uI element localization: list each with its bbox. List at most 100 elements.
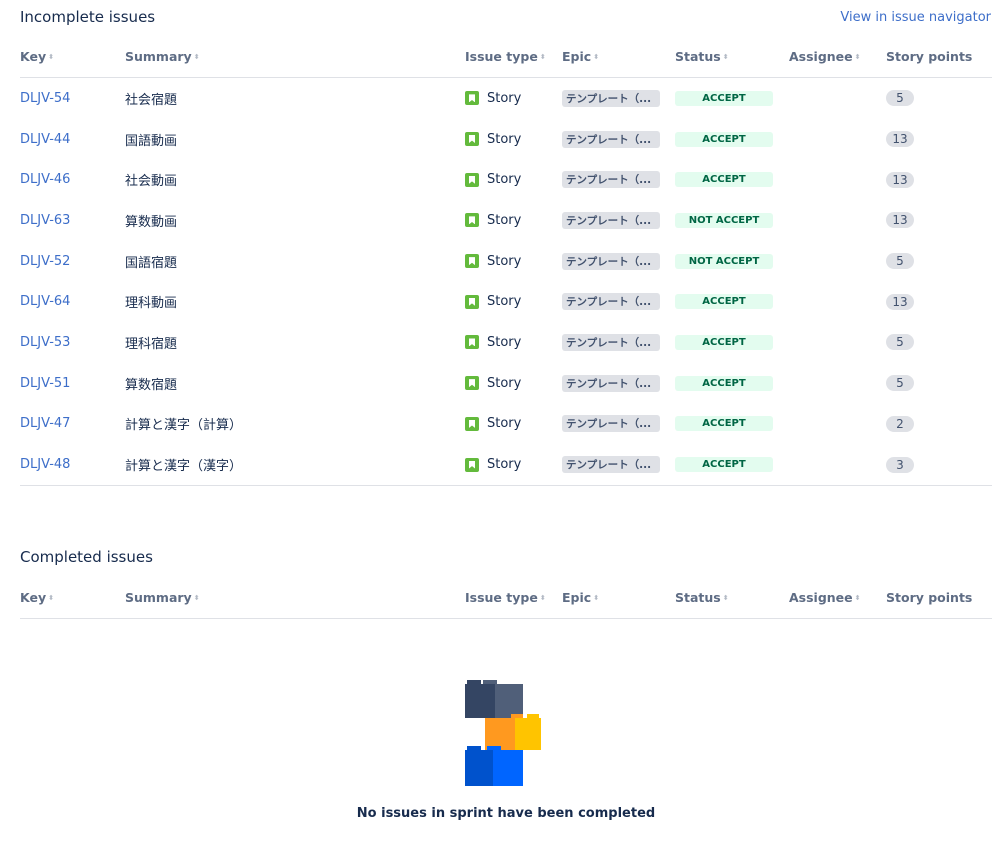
story-points-badge: 13 [886, 293, 914, 310]
column-header-key[interactable]: Key ⬍ [20, 49, 54, 64]
status-cell: ACCEPT [675, 78, 773, 119]
table-row[interactable]: DLJV-63 算数動画 Story テンプレート（... NOT ACCEPT… [20, 200, 992, 241]
story-icon [465, 172, 479, 187]
issue-summary: 国語宿題 [125, 255, 178, 271]
table-row[interactable]: DLJV-51 算数宿題 Story テンプレート（... ACCEPT 5 [20, 363, 992, 404]
story-icon [465, 335, 479, 350]
empty-state [0, 676, 999, 792]
status-cell: ACCEPT [675, 281, 773, 322]
table-row[interactable]: DLJV-46 社会動画 Story テンプレート（... ACCEPT 13 [20, 159, 992, 200]
story-points-badge: 5 [886, 90, 914, 107]
table-row[interactable]: DLJV-54 社会宿題 Story テンプレート（... ACCEPT 5 [20, 78, 992, 119]
issue-summary: 理科動画 [125, 296, 178, 312]
epic-cell: テンプレート（... [562, 159, 660, 200]
column-header-story-points[interactable]: Story points [886, 590, 972, 605]
column-header-assignee[interactable]: Assignee ⬍ [789, 590, 861, 605]
story-icon [465, 376, 479, 391]
status-badge: ACCEPT [675, 375, 773, 391]
issue-key-link[interactable]: DLJV-48 [20, 444, 70, 485]
epic-lozenge[interactable]: テンプレート（... [562, 293, 660, 311]
issue-key-link[interactable]: DLJV-64 [20, 281, 70, 322]
sort-icon: ⬍ [722, 53, 729, 61]
status-cell: ACCEPT [675, 159, 773, 200]
status-badge: ACCEPT [675, 334, 773, 350]
status-badge: ACCEPT [675, 131, 773, 147]
column-header-summary[interactable]: Summary ⬍ [125, 49, 200, 64]
issue-key-link[interactable]: DLJV-53 [20, 322, 70, 363]
story-points-cell: 13 [886, 200, 914, 241]
status-badge: ACCEPT [675, 172, 773, 188]
incomplete-table-body: DLJV-54 社会宿題 Story テンプレート（... ACCEPT 5 D… [20, 78, 992, 486]
column-header-status[interactable]: Status ⬍ [675, 49, 729, 64]
issue-type: Story [465, 281, 521, 322]
issue-type: Story [465, 200, 521, 241]
epic-cell: テンプレート（... [562, 404, 660, 445]
epic-lozenge[interactable]: テンプレート（... [562, 171, 660, 189]
epic-lozenge[interactable]: テンプレート（... [562, 89, 660, 107]
story-points-badge: 5 [886, 334, 914, 351]
story-points-badge: 13 [886, 171, 914, 188]
sort-icon: ⬍ [722, 594, 729, 602]
completed-table-header: Key ⬍ Summary ⬍ Issue type ⬍ Epic ⬍ Status ⬍ … [20, 582, 992, 619]
issue-key-link[interactable]: DLJV-46 [20, 159, 70, 200]
epic-lozenge[interactable]: テンプレート（... [562, 333, 660, 351]
column-header-status[interactable]: Status ⬍ [675, 590, 729, 605]
issue-key-link[interactable]: DLJV-51 [20, 363, 70, 404]
column-header-epic[interactable]: Epic ⬍ [562, 590, 599, 605]
story-points-cell: 3 [886, 444, 914, 485]
issue-key-link[interactable]: DLJV-47 [20, 404, 70, 445]
story-icon [465, 457, 479, 472]
epic-lozenge[interactable]: テンプレート（... [562, 374, 660, 392]
sort-icon: ⬍ [854, 53, 861, 61]
column-header-epic[interactable]: Epic ⬍ [562, 49, 599, 64]
status-badge: NOT ACCEPT [675, 253, 773, 269]
epic-lozenge[interactable]: テンプレート（... [562, 456, 660, 474]
story-points-badge: 13 [886, 212, 914, 229]
column-header-key[interactable]: Key ⬍ [20, 590, 54, 605]
story-points-cell: 13 [886, 281, 914, 322]
story-points-badge: 5 [886, 253, 914, 270]
issue-key-link[interactable]: DLJV-52 [20, 241, 70, 282]
table-row[interactable]: DLJV-48 計算と漢字（漢字） Story テンプレート（... ACCEP… [20, 444, 992, 485]
column-header-issue-type[interactable]: Issue type ⬍ [465, 49, 546, 64]
epic-lozenge[interactable]: テンプレート（... [562, 211, 660, 229]
status-badge: ACCEPT [675, 416, 773, 432]
story-points-badge: 13 [886, 131, 914, 148]
status-cell: NOT ACCEPT [675, 241, 773, 282]
sort-icon: ⬍ [48, 594, 54, 602]
epic-cell: テンプレート（... [562, 363, 660, 404]
epic-lozenge[interactable]: テンプレート（... [562, 415, 660, 433]
issue-key-link[interactable]: DLJV-54 [20, 78, 70, 119]
issue-type: Story [465, 404, 521, 445]
story-points-cell: 13 [886, 119, 914, 160]
story-points-cell: 5 [886, 241, 914, 282]
issue-key-link[interactable]: DLJV-63 [20, 200, 70, 241]
status-badge: ACCEPT [675, 457, 773, 473]
status-cell: NOT ACCEPT [675, 200, 773, 241]
status-cell: ACCEPT [675, 322, 773, 363]
issue-key-link[interactable]: DLJV-44 [20, 119, 70, 160]
epic-cell: テンプレート（... [562, 119, 660, 160]
column-header-assignee[interactable]: Assignee ⬍ [789, 49, 861, 64]
table-row[interactable]: DLJV-64 理科動画 Story テンプレート（... ACCEPT 13 [20, 281, 992, 322]
table-row[interactable]: DLJV-44 国語動画 Story テンプレート（... ACCEPT 13 [20, 119, 992, 160]
status-cell: ACCEPT [675, 363, 773, 404]
table-row[interactable]: DLJV-53 理科宿題 Story テンプレート（... ACCEPT 5 [20, 322, 992, 363]
column-header-story-points[interactable]: Story points [886, 49, 972, 64]
table-row[interactable]: DLJV-47 計算と漢字（計算） Story テンプレート（... ACCEP… [20, 404, 992, 445]
sort-icon: ⬍ [539, 594, 546, 602]
issue-summary: 計算と漢字（漢字） [125, 459, 243, 475]
column-header-summary[interactable]: Summary ⬍ [125, 590, 200, 605]
story-points-badge: 2 [886, 415, 914, 432]
epic-lozenge[interactable]: テンプレート（... [562, 130, 660, 148]
column-header-issue-type[interactable]: Issue type ⬍ [465, 590, 546, 605]
empty-state-message: No issues in sprint have been completed [356, 806, 656, 821]
view-in-issue-navigator-link[interactable]: View in issue navigator [840, 10, 991, 25]
story-points-cell: 5 [886, 78, 914, 119]
epic-cell: テンプレート（... [562, 281, 660, 322]
issue-summary: 算数動画 [125, 214, 178, 230]
epic-cell: テンプレート（... [562, 322, 660, 363]
status-cell: ACCEPT [675, 404, 773, 445]
table-row[interactable]: DLJV-52 国語宿題 Story テンプレート（... NOT ACCEPT… [20, 241, 992, 282]
epic-lozenge[interactable]: テンプレート（... [562, 252, 660, 270]
